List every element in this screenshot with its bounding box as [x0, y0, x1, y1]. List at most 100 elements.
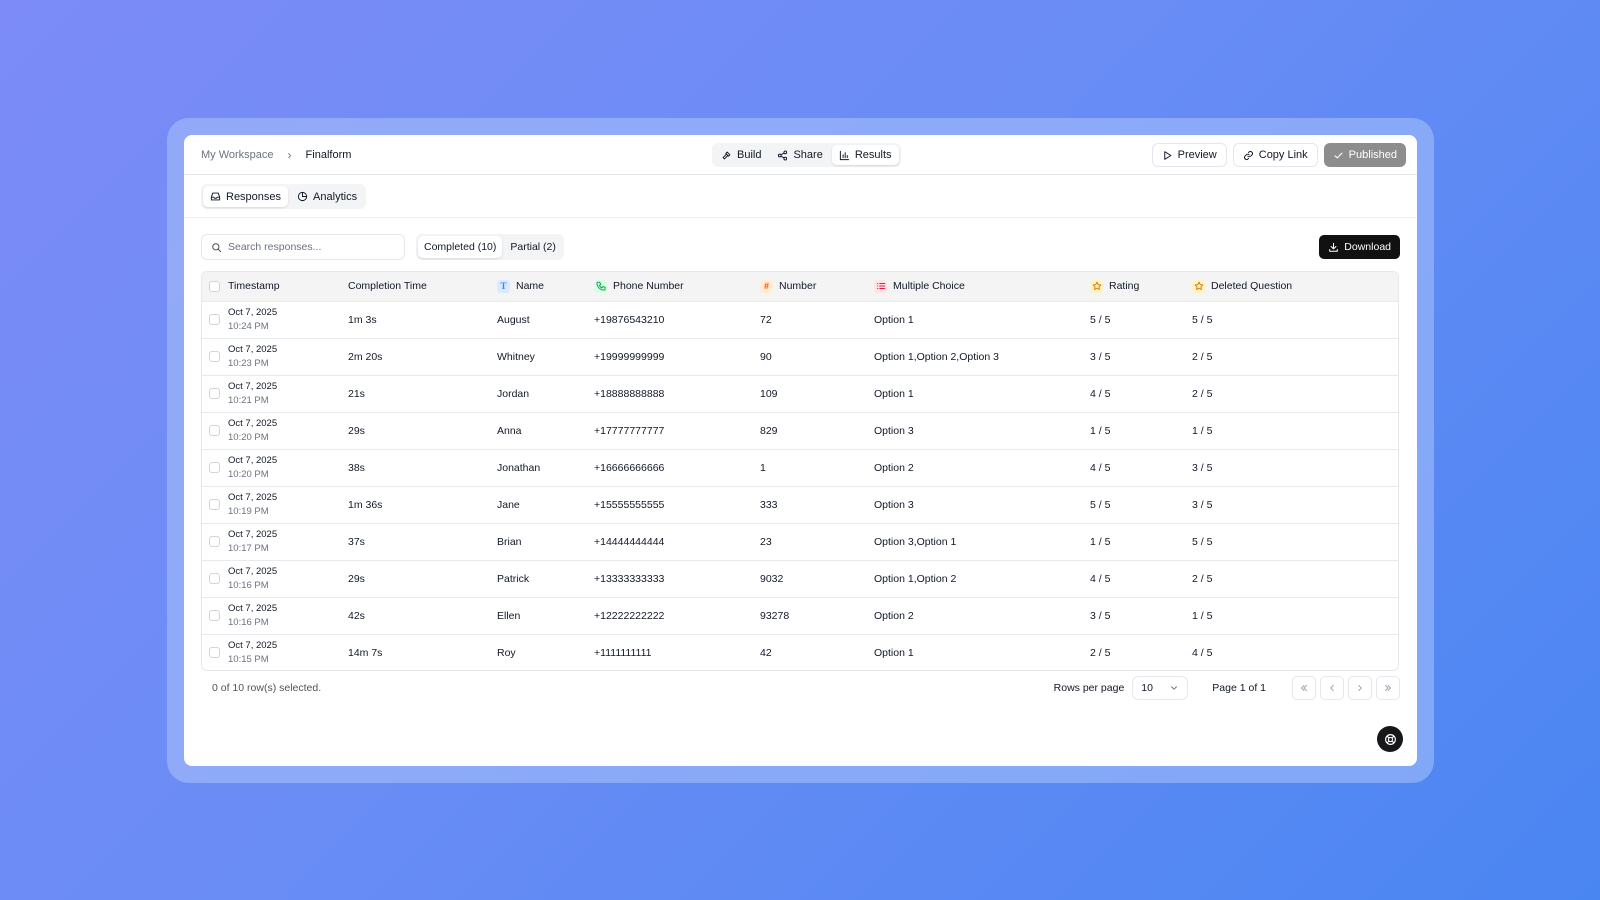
last-page-button[interactable]	[1376, 676, 1400, 700]
deleted-question-cell: 2 / 5	[1192, 350, 1213, 363]
star-icon	[1192, 279, 1205, 293]
name-cell: Jordan	[497, 387, 530, 400]
completion-time-cell: 1m 3s	[348, 313, 377, 326]
rating-cell: 4 / 5	[1090, 461, 1111, 474]
prev-page-button[interactable]	[1320, 676, 1344, 700]
breadcrumb-current: Finalform	[305, 149, 352, 161]
search-input[interactable]	[228, 241, 398, 253]
timestamp-cell: Oct 7, 2025 10:20 PM	[228, 412, 348, 449]
timestamp-date: Oct 7, 2025	[228, 565, 278, 577]
row-checkbox[interactable]	[209, 499, 220, 510]
search-box[interactable]	[201, 234, 405, 260]
filter-completed[interactable]: Completed (10)	[418, 236, 503, 258]
timestamp-date: Oct 7, 2025	[228, 306, 278, 318]
completion-time-cell: 21s	[348, 387, 365, 400]
preview-button[interactable]: Preview	[1151, 143, 1227, 167]
copy-link-button[interactable]: Copy Link	[1232, 143, 1318, 167]
column-header[interactable]: Multiple Choice	[874, 272, 1090, 301]
number-cell: 23	[760, 535, 772, 548]
column-header[interactable]: Deleted Question	[1192, 272, 1398, 301]
column-header[interactable]: Completion Time	[348, 272, 497, 301]
breadcrumb-workspace[interactable]: My Workspace	[201, 149, 274, 161]
rating-cell: 4 / 5	[1090, 387, 1111, 400]
chevrons-right-icon	[1385, 685, 1392, 691]
column-header-label: Timestamp	[228, 280, 280, 293]
row-checkbox[interactable]	[209, 314, 220, 325]
row-checkbox[interactable]	[209, 462, 220, 473]
table-row[interactable]: Oct 7, 2025 10:16 PM 42s Ellen +12222222222 9…	[202, 597, 1398, 634]
hammer-icon	[722, 151, 731, 159]
inbox-icon	[210, 192, 221, 201]
timestamp-date: Oct 7, 2025	[228, 417, 278, 429]
published-button[interactable]: Published	[1323, 143, 1406, 167]
tab-responses[interactable]: Responses	[203, 186, 289, 207]
table-row[interactable]: Oct 7, 2025 10:20 PM 29s Anna +17777777777 82…	[202, 412, 1398, 449]
name-cell: Jane	[497, 498, 520, 511]
help-button[interactable]	[1377, 726, 1403, 752]
multiple-choice-cell: Option 1	[874, 387, 914, 400]
name-cell: Ellen	[497, 609, 521, 622]
row-checkbox[interactable]	[209, 647, 220, 659]
table-row[interactable]: Oct 7, 2025 10:16 PM 29s Patrick +1333333333…	[202, 560, 1398, 597]
rating-cell: 5 / 5	[1090, 313, 1111, 326]
table-row[interactable]: Oct 7, 2025 10:19 PM 1m 36s Jane +1555555555…	[202, 486, 1398, 523]
row-checkbox[interactable]	[209, 388, 220, 399]
table-row[interactable]: Oct 7, 2025 10:17 PM 37s Brian +14444444444 2…	[202, 523, 1398, 560]
multiple-choice-cell: Option 3	[874, 498, 914, 511]
rating-cell: 3 / 5	[1090, 609, 1111, 622]
column-header[interactable]: Phone Number	[594, 272, 760, 301]
table-row[interactable]: Oct 7, 2025 10:21 PM 21s Jordan +18888888888…	[202, 375, 1398, 412]
filter-partial[interactable]: Partial (2)	[504, 236, 562, 258]
table-row[interactable]: Oct 7, 2025 10:24 PM 1m 3s August +198765432…	[202, 301, 1398, 338]
row-checkbox[interactable]	[209, 425, 220, 436]
rating-cell: 4 / 5	[1090, 572, 1111, 585]
number-cell: 90	[760, 350, 772, 363]
row-checkbox[interactable]	[209, 610, 220, 621]
timestamp-time: 10:20 PM	[228, 468, 269, 480]
next-page-button[interactable]	[1348, 676, 1372, 700]
selection-count: 0 of 10 row(s) selected.	[212, 682, 322, 694]
select-all-checkbox[interactable]	[209, 280, 220, 292]
number-cell: 93278	[760, 609, 790, 622]
table-row[interactable]: Oct 7, 2025 10:15 PM 14m 7s Roy +1111111111 4…	[202, 634, 1398, 670]
status-filter: Completed (10) Partial (2)	[416, 234, 564, 260]
timestamp-date: Oct 7, 2025	[228, 454, 278, 466]
timestamp-time: 10:20 PM	[228, 431, 269, 443]
chevrons-left-icon	[1300, 685, 1307, 691]
tab-build[interactable]: Build	[714, 145, 768, 165]
first-page-button[interactable]	[1292, 676, 1316, 700]
rating-cell: 1 / 5	[1090, 535, 1111, 548]
row-checkbox[interactable]	[209, 351, 220, 362]
timestamp-date: Oct 7, 2025	[228, 343, 278, 355]
column-header[interactable]: T Name	[497, 272, 594, 301]
app-window: My Workspace › Finalform Build Share Res…	[184, 135, 1417, 766]
list-icon	[874, 279, 887, 293]
table-header: Timestamp Completion Time T Name Phone Numbe…	[202, 272, 1398, 301]
completion-time-cell: 29s	[348, 424, 365, 437]
column-header[interactable]: # Number	[760, 272, 874, 301]
table-row[interactable]: Oct 7, 2025 10:23 PM 2m 20s Whitney +1999999…	[202, 338, 1398, 375]
table-row[interactable]: Oct 7, 2025 10:20 PM 38s Jonathan +166666666…	[202, 449, 1398, 486]
deleted-question-cell: 5 / 5	[1192, 313, 1213, 326]
multiple-choice-cell: Option 1,Option 2	[874, 572, 957, 585]
timestamp-date: Oct 7, 2025	[228, 380, 278, 392]
deleted-question-cell: 1 / 5	[1192, 609, 1213, 622]
column-header[interactable]: Timestamp	[228, 272, 348, 301]
view-tabs: Build Share Results	[712, 143, 901, 167]
tab-share[interactable]: Share	[770, 145, 829, 165]
tab-analytics[interactable]: Analytics	[290, 186, 364, 207]
row-checkbox[interactable]	[209, 573, 220, 584]
results-tabs: Responses Analytics	[201, 184, 367, 209]
row-checkbox[interactable]	[209, 536, 220, 547]
column-header[interactable]: Rating	[1090, 272, 1192, 301]
number-cell: 72	[760, 313, 772, 326]
timestamp-time: 10:19 PM	[228, 505, 269, 517]
download-button[interactable]: Download	[1319, 235, 1400, 259]
hash-icon: #	[760, 279, 773, 293]
rows-per-page-select[interactable]: 10	[1132, 676, 1189, 700]
share-icon	[778, 150, 788, 160]
tab-results[interactable]: Results	[831, 145, 899, 165]
timestamp-cell: Oct 7, 2025 10:20 PM	[228, 449, 348, 486]
name-cell: Whitney	[497, 350, 535, 363]
rating-cell: 3 / 5	[1090, 350, 1111, 363]
